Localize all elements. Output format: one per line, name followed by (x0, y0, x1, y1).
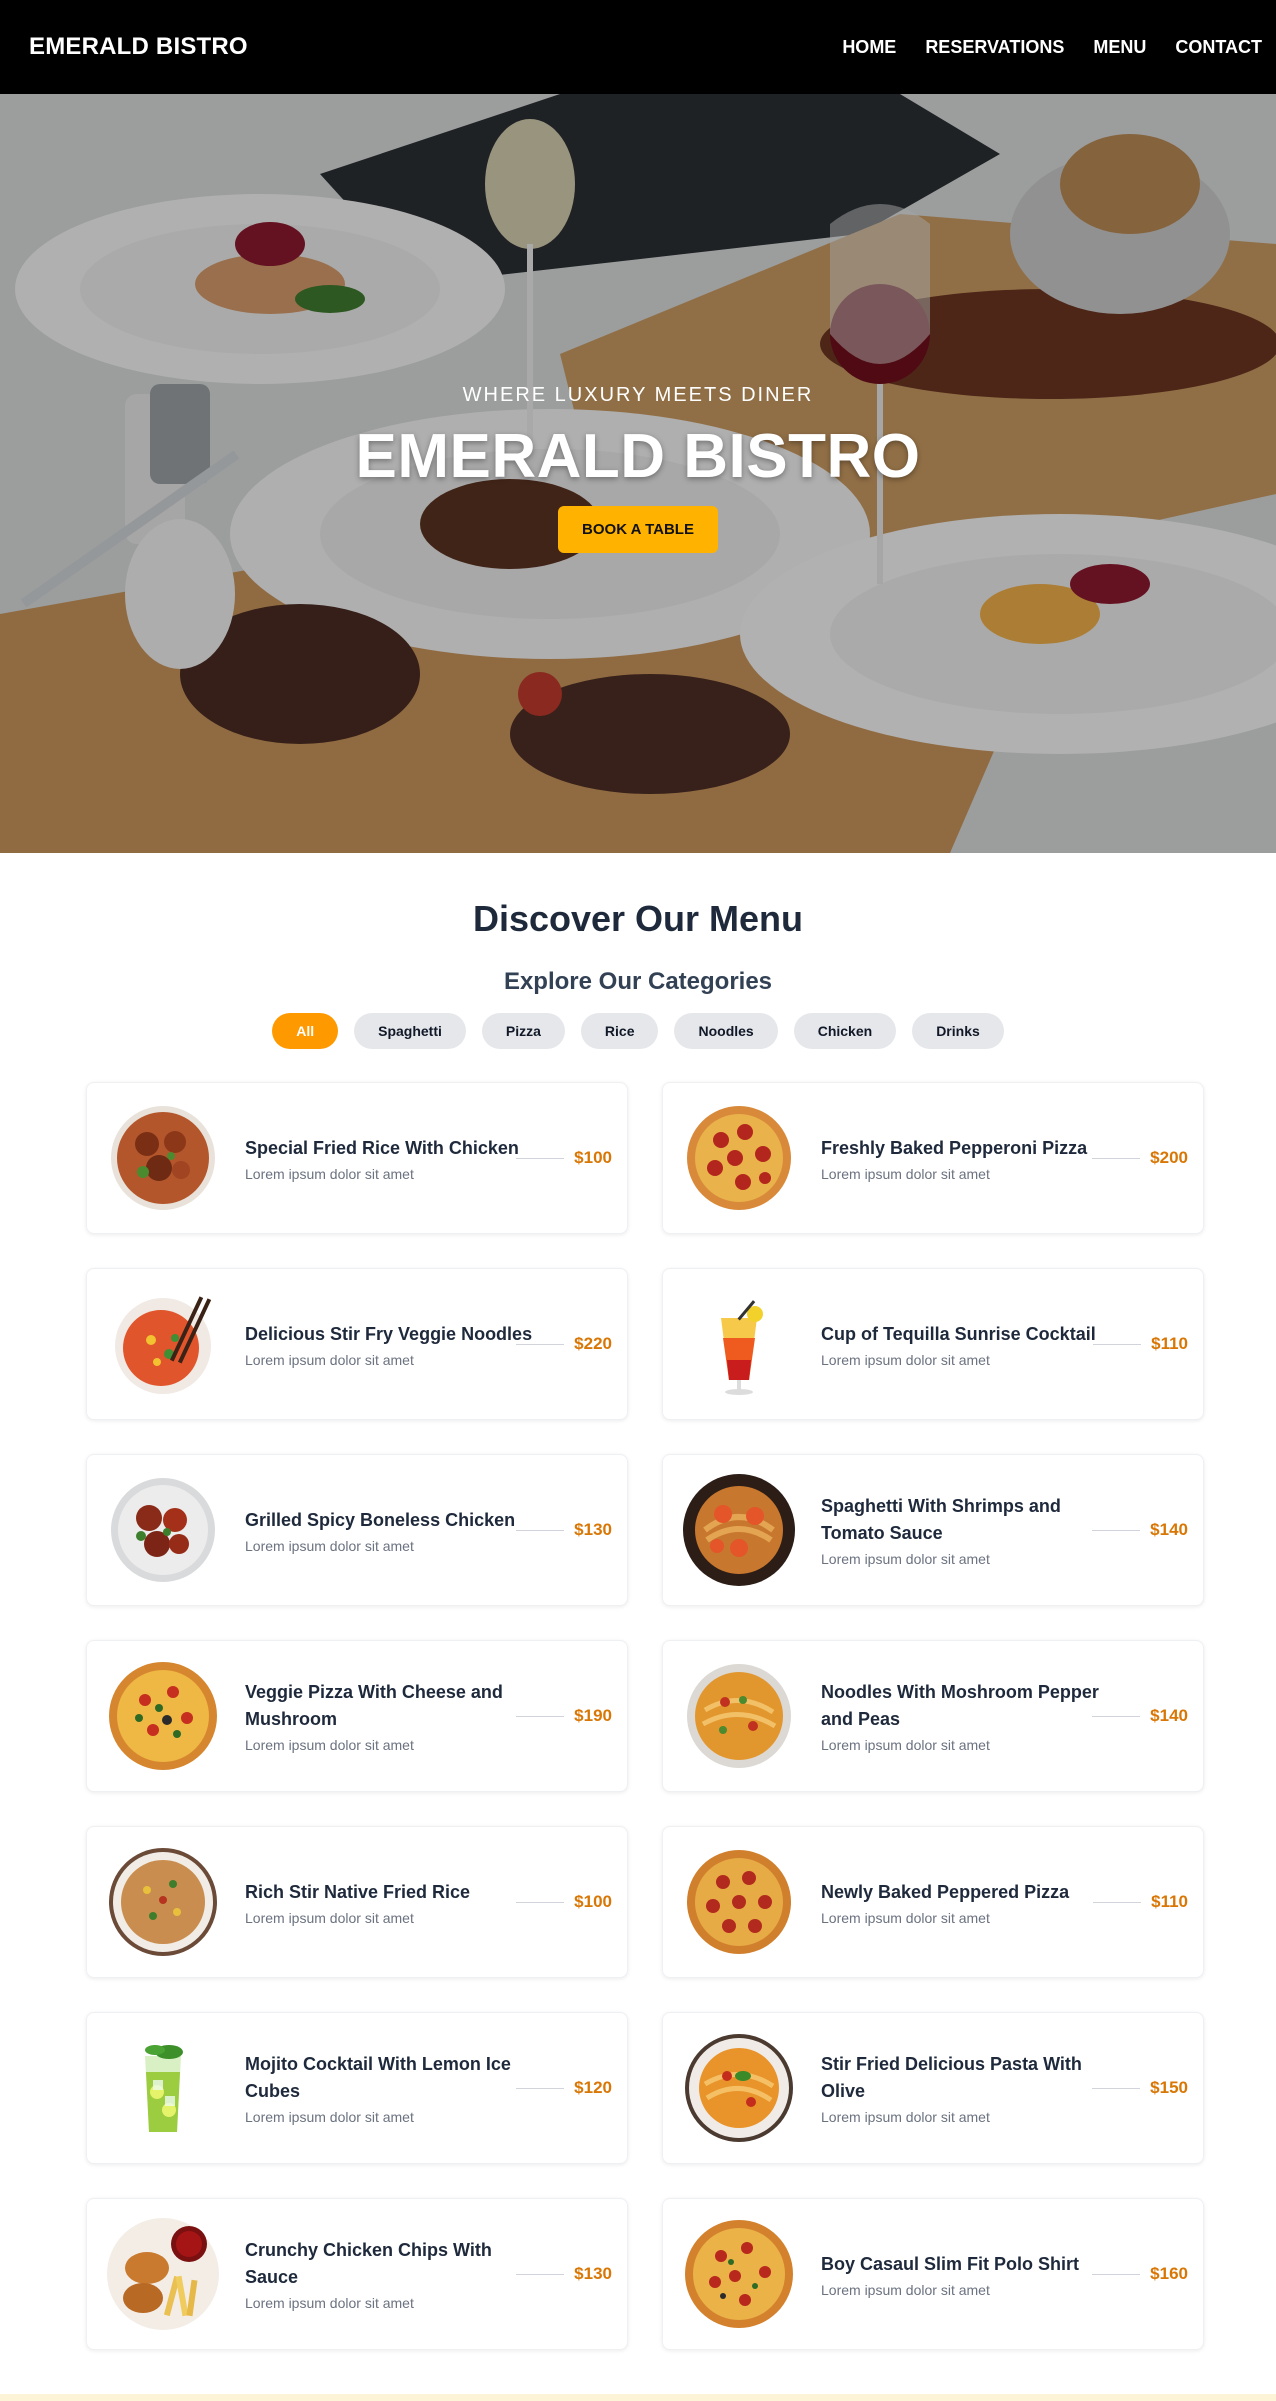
category-chip-spaghetti[interactable]: Spaghetti (354, 1013, 466, 1049)
native-fried-rice-icon (107, 1846, 219, 1958)
menu-item-description: Lorem ipsum dolor sit amet (821, 1737, 990, 1753)
category-chip-chicken[interactable]: Chicken (793, 1013, 897, 1049)
menu-item-price: $100 (516, 1892, 612, 1912)
menu-item-name: Freshly Baked Pepperoni Pizza (821, 1137, 1088, 1158)
nav-link-home[interactable]: HOME (842, 37, 896, 58)
menu-item-card[interactable]: Veggie Pizza With Cheese and Mushroom Lo… (86, 1640, 628, 1792)
menu-item-price: $110 (1093, 1334, 1188, 1354)
category-chip-rice[interactable]: Rice (580, 1013, 659, 1049)
menu-item-price: $200 (1092, 1148, 1188, 1168)
menu-item-description: Lorem ipsum dolor sit amet (245, 1165, 414, 1182)
footer-edge (0, 2394, 1276, 2401)
hero-title: EMERALD BISTRO (355, 422, 921, 491)
menu-item-price: $220 (516, 1334, 612, 1354)
menu-item-name: Rich Stir Native Fried Rice (245, 1881, 471, 1902)
menu-item-description: Lorem ipsum dolor sit amet (821, 1165, 990, 1182)
pizza-icon (683, 2218, 795, 2330)
menu-item-description: Lorem ipsum dolor sit amet (821, 2281, 990, 2298)
menu-item-price: $130 (516, 2264, 612, 2284)
menu-item-card[interactable]: Stir Fried Delicious Pasta With Olive Lo… (662, 2012, 1204, 2164)
menu-item-description: Lorem ipsum dolor sit amet (821, 1909, 990, 1926)
hero-tagline: WHERE LUXURY MEETS DINER (462, 384, 814, 406)
menu-item-description: Lorem ipsum dolor sit amet (245, 1351, 414, 1368)
menu-item-card[interactable]: Freshly Baked Pepperoni Pizza Lorem ipsu… (662, 1082, 1204, 1234)
menu-item-description: Lorem ipsum dolor sit amet (245, 1909, 414, 1926)
menu-item-price: $130 (516, 1520, 612, 1540)
fried-rice-chicken-icon (107, 1102, 219, 1214)
menu-item-price: $110 (1093, 1892, 1188, 1912)
menu-item-price: $160 (1092, 2264, 1188, 2284)
category-filter-bar: All Spaghetti Pizza Rice Noodles Chicken… (0, 1013, 1276, 1049)
menu-item-description: Lorem ipsum dolor sit amet (245, 1737, 414, 1753)
menu-item-card[interactable]: Crunchy Chicken Chips With Sauce Lorem i… (86, 2198, 628, 2350)
menu-item-price: $190 (516, 1706, 612, 1726)
menu-item-card[interactable]: Noodles With Moshroom Pepper and Peas Lo… (662, 1640, 1204, 1792)
menu-item-price: $120 (516, 2078, 612, 2098)
pepperoni-pizza-icon (683, 1102, 795, 1214)
brand-logo-text[interactable]: EMERALD BISTRO (29, 33, 248, 61)
menu-section-subtitle: Explore Our Categories (503, 968, 773, 995)
menu-item-card[interactable]: Spaghetti With Shrimps and Tomato Sauce … (662, 1454, 1204, 1606)
nav-link-menu[interactable]: MENU (1093, 37, 1146, 58)
menu-item-description: Lorem ipsum dolor sit amet (245, 2295, 414, 2311)
book-table-button[interactable]: BOOK A TABLE (558, 506, 718, 553)
hero-section: WHERE LUXURY MEETS DINER EMERALD BISTRO … (0, 94, 1276, 853)
menu-item-name: Boy Casaul Slim Fit Polo Shirt (821, 2253, 1080, 2274)
nav-links: HOME RESERVATIONS MENU CONTACT (813, 37, 1262, 58)
menu-item-card[interactable]: Cup of Tequilla Sunrise Cocktail Lorem i… (662, 1268, 1204, 1420)
menu-item-card[interactable]: Mojito Cocktail With Lemon Ice Cubes Lor… (86, 2012, 628, 2164)
veggie-noodles-icon (107, 1288, 219, 1400)
menu-item-name: Noodles With Moshroom Pepper and Peas (821, 1682, 1099, 1729)
menu-item-price: $100 (516, 1148, 612, 1168)
menu-item-price: $140 (1092, 1706, 1188, 1726)
menu-item-name: Spaghetti With Shrimps and Tomato Sauce (821, 1496, 1061, 1543)
category-chip-all[interactable]: All (272, 1013, 339, 1049)
menu-item-price: $140 (1092, 1520, 1188, 1540)
menu-item-card[interactable]: Newly Baked Peppered Pizza Lorem ipsum d… (662, 1826, 1204, 1978)
olive-pasta-icon (683, 2032, 795, 2144)
shrimp-spaghetti-icon (683, 1474, 795, 1586)
menu-item-card[interactable]: Delicious Stir Fry Veggie Noodles Lorem … (86, 1268, 628, 1420)
category-chip-pizza[interactable]: Pizza (481, 1013, 565, 1049)
menu-items-grid: Special Fried Rice With Chicken Lorem ip… (86, 1082, 1204, 2350)
menu-item-name: Grilled Spicy Boneless Chicken (245, 1509, 516, 1530)
menu-item-price: $150 (1092, 2078, 1188, 2098)
menu-item-name: Crunchy Chicken Chips With Sauce (245, 2240, 492, 2287)
menu-item-description: Lorem ipsum dolor sit amet (821, 1551, 990, 1567)
menu-item-card[interactable]: Boy Casaul Slim Fit Polo Shirt Lorem ips… (662, 2198, 1204, 2350)
menu-item-description: Lorem ipsum dolor sit amet (245, 1537, 414, 1554)
nav-link-contact[interactable]: CONTACT (1175, 37, 1262, 58)
menu-item-name: Cup of Tequilla Sunrise Cocktail (821, 1323, 1096, 1344)
menu-item-name: Mojito Cocktail With Lemon Ice Cubes (245, 2054, 511, 2101)
veggie-pizza-icon (107, 1660, 219, 1772)
top-navbar: EMERALD BISTRO HOME RESERVATIONS MENU CO… (0, 0, 1276, 94)
chicken-chips-icon (107, 2218, 219, 2330)
menu-item-name: Delicious Stir Fry Veggie Noodles (245, 1323, 533, 1344)
mojito-icon (107, 2032, 219, 2144)
tequila-sunrise-icon (683, 1288, 795, 1400)
menu-item-card[interactable]: Grilled Spicy Boneless Chicken Lorem ips… (86, 1454, 628, 1606)
menu-item-description: Lorem ipsum dolor sit amet (245, 2109, 414, 2125)
category-chip-drinks[interactable]: Drinks (912, 1013, 1004, 1049)
menu-item-description: Lorem ipsum dolor sit amet (821, 1351, 990, 1368)
mushroom-noodles-icon (683, 1660, 795, 1772)
menu-item-card[interactable]: Special Fried Rice With Chicken Lorem ip… (86, 1082, 628, 1234)
menu-item-name: Veggie Pizza With Cheese and Mushroom (245, 1682, 503, 1729)
menu-item-description: Lorem ipsum dolor sit amet (821, 2109, 990, 2125)
category-chip-noodles[interactable]: Noodles (674, 1013, 778, 1049)
menu-item-name: Stir Fried Delicious Pasta With Olive (821, 2054, 1082, 2101)
grilled-chicken-icon (107, 1474, 219, 1586)
peppered-pizza-icon (683, 1846, 795, 1958)
menu-item-name: Special Fried Rice With Chicken (245, 1137, 519, 1158)
hero-content: WHERE LUXURY MEETS DINER EMERALD BISTRO … (0, 384, 1276, 553)
menu-item-name: Newly Baked Peppered Pizza (821, 1881, 1070, 1902)
nav-link-reservations[interactable]: RESERVATIONS (925, 37, 1064, 58)
menu-section-title: Discover Our Menu (472, 898, 804, 939)
menu-item-card[interactable]: Rich Stir Native Fried Rice Lorem ipsum … (86, 1826, 628, 1978)
